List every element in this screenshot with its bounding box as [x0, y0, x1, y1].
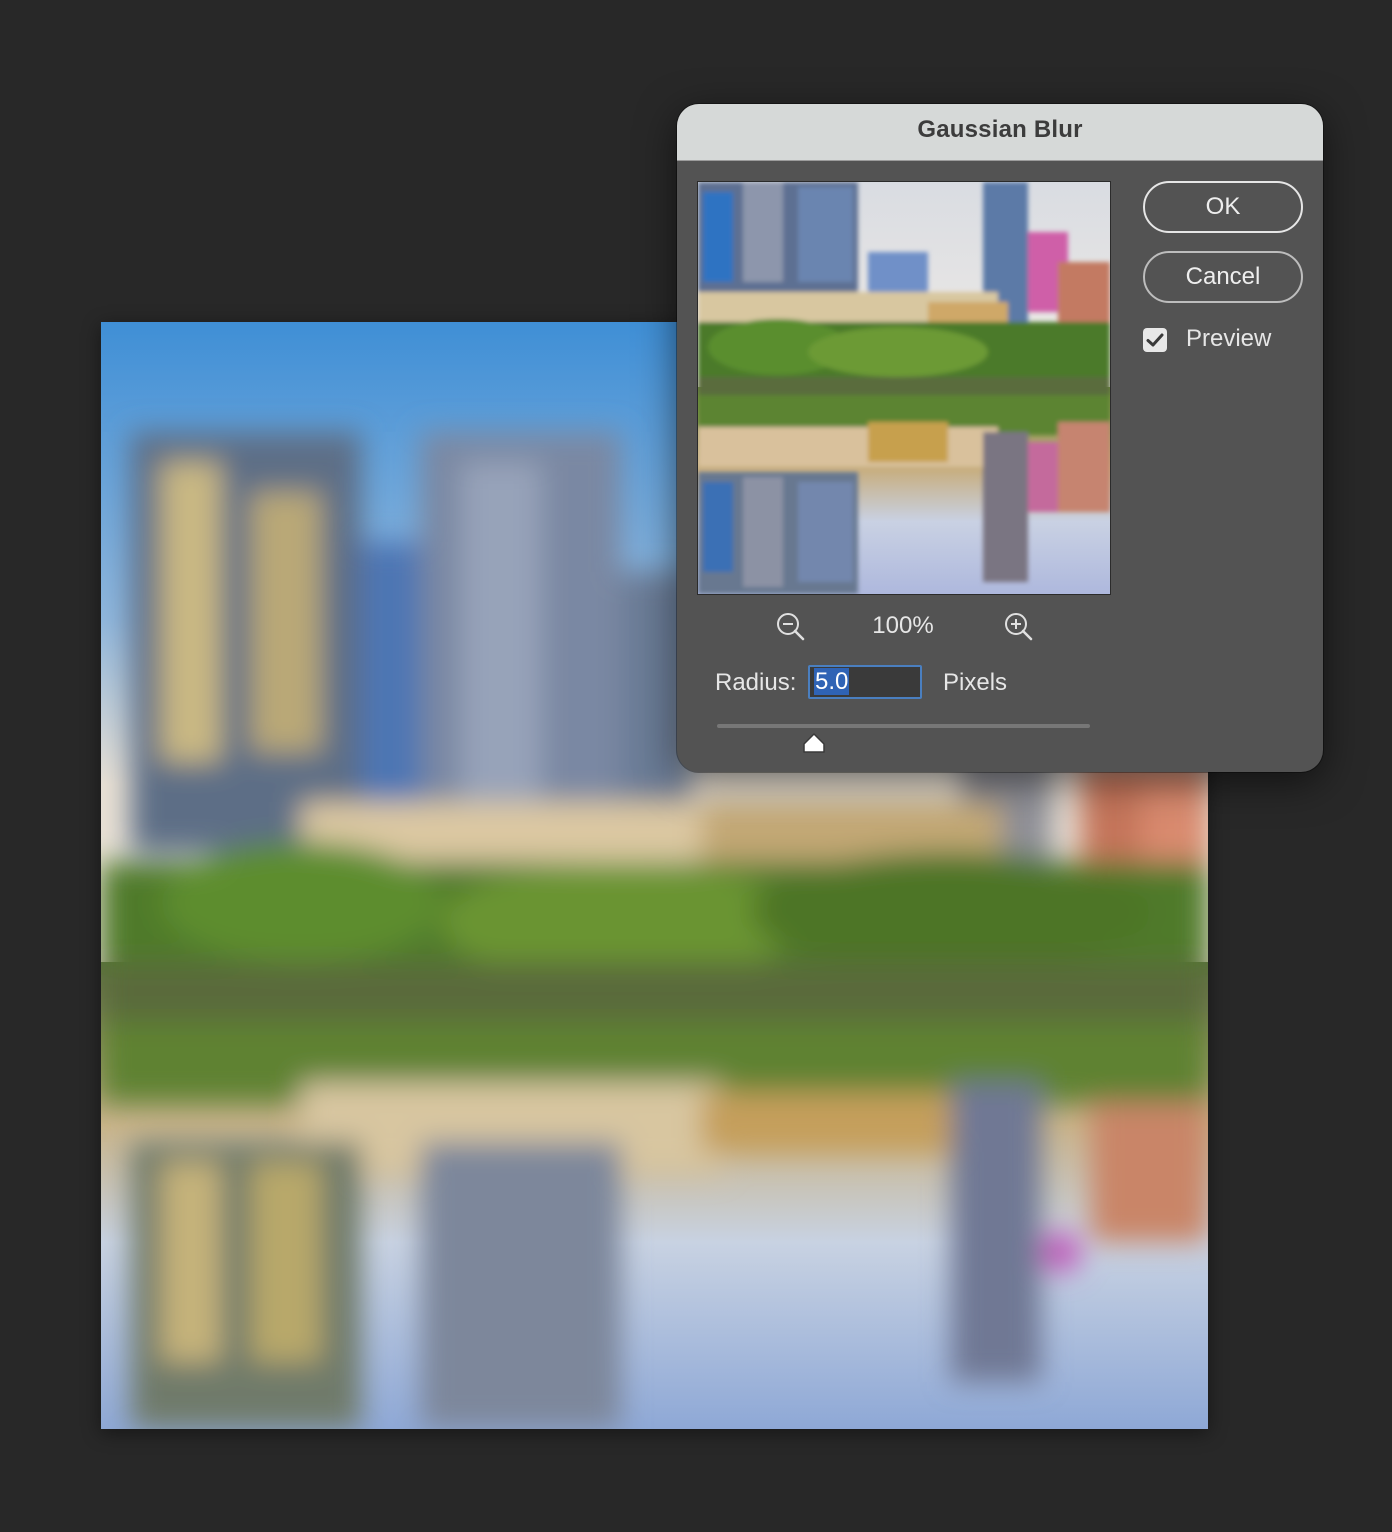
radius-value-selected: 5.0	[814, 668, 850, 695]
radius-label: Radius:	[715, 669, 797, 696]
cancel-button[interactable]: Cancel	[1143, 251, 1303, 303]
zoom-level-text: 100%	[872, 612, 934, 639]
preview-checkbox[interactable]	[1143, 328, 1167, 352]
zoom-out-icon	[777, 613, 805, 641]
ok-button[interactable]: OK	[1143, 181, 1303, 233]
zoom-in-icon	[1005, 613, 1033, 641]
radius-slider-track[interactable]	[717, 724, 1090, 728]
preview-image	[698, 182, 1110, 594]
dialog-title: Gaussian Blur	[917, 116, 1083, 143]
workspace-canvas: Gaussian Blur 100% Radius: 5.0 Pixels OK…	[0, 0, 1392, 1532]
radius-slider-thumb[interactable]	[801, 732, 827, 754]
dialog-titlebar[interactable]: Gaussian Blur	[677, 104, 1323, 161]
filter-preview-window[interactable]	[697, 181, 1111, 595]
radius-unit-label: Pixels	[943, 669, 1008, 696]
preview-label[interactable]: Preview	[1186, 325, 1271, 353]
zoom-out-button[interactable]	[773, 609, 809, 645]
slider-thumb-icon	[803, 733, 825, 753]
checkmark-icon	[1146, 333, 1164, 347]
gaussian-blur-dialog: Gaussian Blur 100% Radius: 5.0 Pixels OK…	[677, 104, 1323, 772]
zoom-in-button[interactable]	[1001, 609, 1037, 645]
radius-input[interactable]: 5.0	[808, 665, 922, 699]
